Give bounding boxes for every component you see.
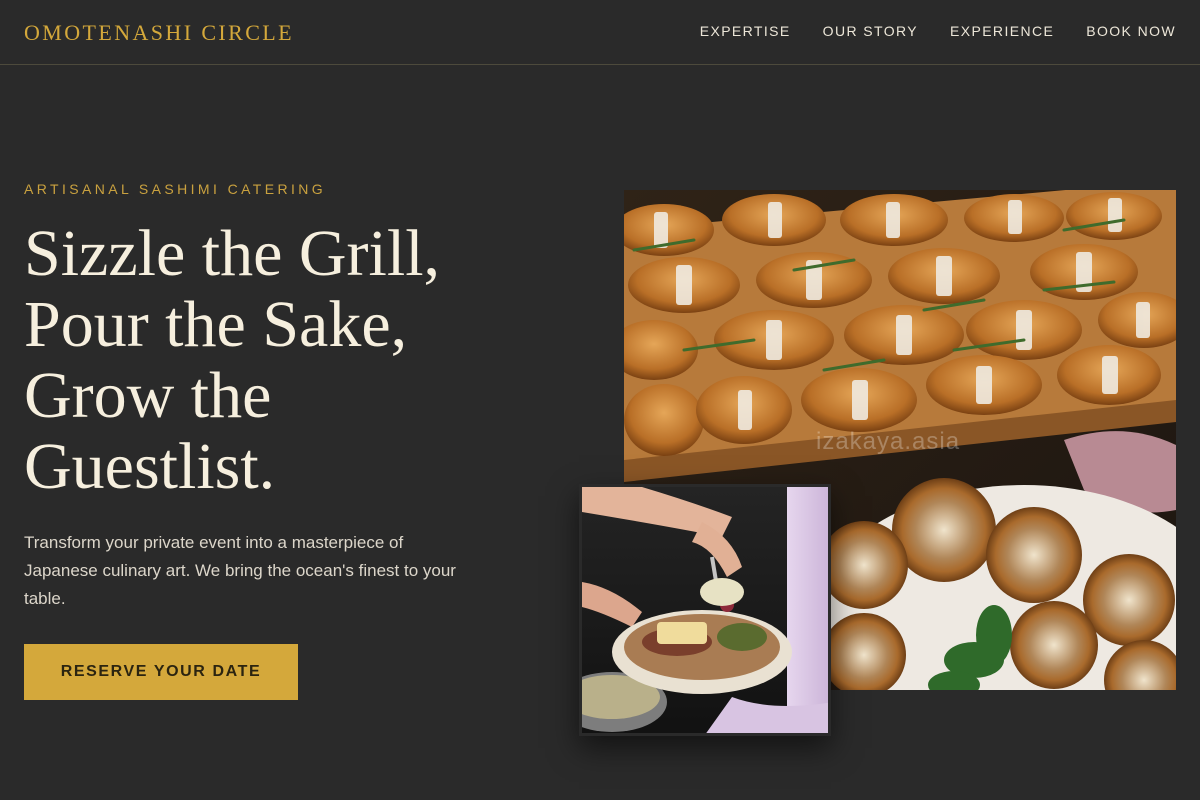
catering-photo-serving [579, 484, 831, 736]
nav-link-our-story[interactable]: OUR STORY [823, 23, 918, 39]
headline-line: Pour the Sake, [24, 288, 408, 361]
top-navigation-bar: OMOTENASHI CIRCLE EXPERTISE OUR STORY EX… [0, 0, 1200, 65]
headline-line: Sizzle the Grill, [24, 217, 441, 290]
hero-headline: Sizzle the Grill, Pour the Sake, Grow th… [24, 218, 544, 502]
image-watermark: izakaya.asia [816, 428, 961, 455]
brand-logo-text[interactable]: OMOTENASHI CIRCLE [24, 20, 294, 46]
hero-eyebrow: ARTISANAL SASHIMI CATERING [24, 181, 327, 197]
headline-line: Guestlist. [24, 430, 276, 503]
nav-link-experience[interactable]: EXPERIENCE [950, 23, 1054, 39]
serving-illustration [582, 487, 828, 733]
reserve-date-button[interactable]: RESERVE YOUR DATE [24, 644, 298, 700]
nav-link-expertise[interactable]: EXPERTISE [700, 23, 791, 39]
headline-line: Grow the [24, 359, 272, 432]
nav-link-book-now[interactable]: BOOK NOW [1086, 23, 1176, 39]
hero-lead-text: Transform your private event into a mast… [24, 533, 456, 608]
main-nav: EXPERTISE OUR STORY EXPERIENCE BOOK NOW [700, 23, 1176, 39]
